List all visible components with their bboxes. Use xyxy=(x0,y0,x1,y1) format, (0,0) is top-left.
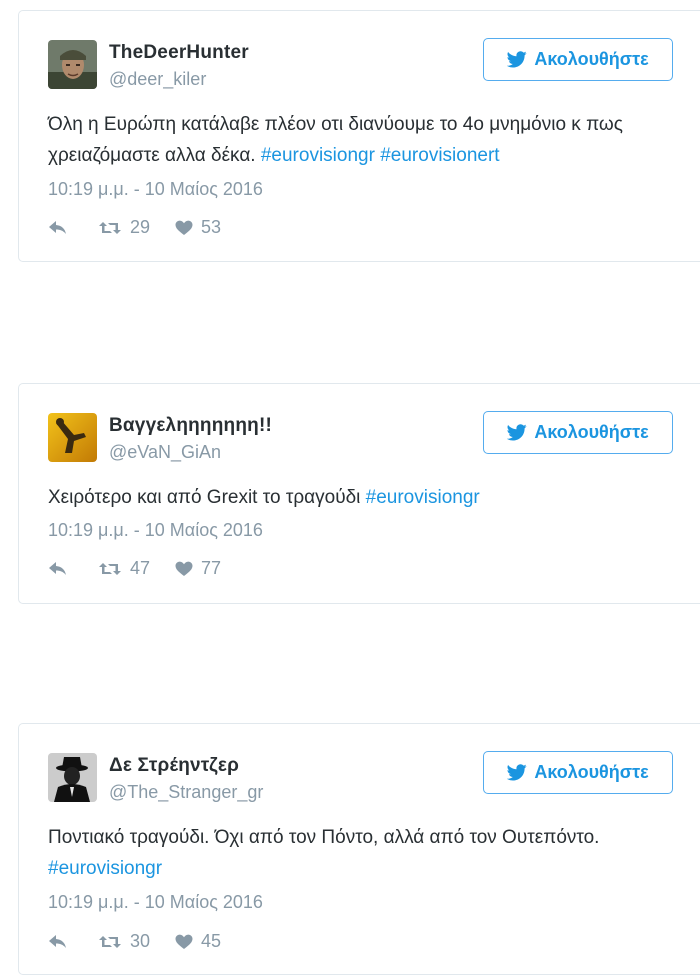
tweet-timestamp[interactable]: 10:19 μ.μ. - 10 Μαίος 2016 xyxy=(48,179,263,200)
retweet-button[interactable]: 29 xyxy=(98,217,150,238)
retweet-icon xyxy=(99,935,121,948)
tweet-body: Ποντιακό τραγούδι. Όχι από τον Πόντο, αλ… xyxy=(48,827,600,848)
retweet-count: 30 xyxy=(130,931,151,951)
follow-button[interactable]: Ακολουθήστε xyxy=(483,38,673,81)
user-handle[interactable]: @deer_kiler xyxy=(109,69,206,90)
heart-icon xyxy=(175,934,193,949)
tweet-body: Χειρότερο και από Grexit το τραγούδι xyxy=(48,487,366,508)
heart-icon xyxy=(175,561,193,576)
like-button[interactable]: 77 xyxy=(175,558,221,579)
like-count: 77 xyxy=(201,558,222,578)
tweet-card-3: Δε Στρέηντζερ @The_Stranger_gr Ακολουθήσ… xyxy=(18,723,700,975)
retweet-icon xyxy=(99,221,121,234)
display-name[interactable]: Δε Στρέηντζερ xyxy=(109,755,239,777)
follow-button[interactable]: Ακολουθήστε xyxy=(483,411,673,454)
retweet-count: 29 xyxy=(130,217,151,237)
tweet-text: Χειρότερο και από Grexit το τραγούδι #eu… xyxy=(48,482,658,513)
heart-icon xyxy=(175,220,193,235)
tweet-actions: 30 45 xyxy=(48,931,221,952)
tweet-card-1: TheDeerHunter @deer_kiler Ακολουθήστε Όλ… xyxy=(18,10,700,262)
display-name[interactable]: TheDeerHunter xyxy=(109,42,249,64)
tweet-actions: 47 77 xyxy=(48,558,221,579)
reply-icon xyxy=(49,934,66,948)
hashtag-link[interactable]: #eurovisiongr xyxy=(366,487,480,508)
like-count: 53 xyxy=(201,217,222,237)
hashtag-link[interactable]: #eurovisionert xyxy=(380,145,499,166)
follow-button[interactable]: Ακολουθήστε xyxy=(483,751,673,794)
hashtag-link[interactable]: #eurovisiongr xyxy=(261,145,375,166)
avatar-stranger[interactable] xyxy=(48,753,97,802)
tweet-timestamp[interactable]: 10:19 μ.μ. - 10 Μαίος 2016 xyxy=(48,520,263,541)
reply-button[interactable] xyxy=(48,220,68,236)
retweet-icon xyxy=(99,562,121,575)
tweet-timestamp[interactable]: 10:19 μ.μ. - 10 Μαίος 2016 xyxy=(48,892,263,913)
avatar-deerhunter[interactable] xyxy=(48,40,97,89)
retweet-count: 47 xyxy=(130,558,151,578)
follow-label: Ακολουθήστε xyxy=(534,49,649,69)
twitter-bird-icon xyxy=(507,764,528,781)
tweet-text: Όλη η Ευρώπη κατάλαβε πλέον οτι διανύουμ… xyxy=(48,109,658,171)
like-button[interactable]: 53 xyxy=(175,217,221,238)
retweet-button[interactable]: 30 xyxy=(98,931,150,952)
reply-button[interactable] xyxy=(48,561,68,577)
like-button[interactable]: 45 xyxy=(175,931,221,952)
reply-icon xyxy=(49,220,66,234)
retweet-button[interactable]: 47 xyxy=(98,558,150,579)
tweet-actions: 29 53 xyxy=(48,217,221,238)
like-count: 45 xyxy=(201,931,222,951)
hashtag-link[interactable]: #eurovisiongr xyxy=(48,858,162,879)
reply-button[interactable] xyxy=(48,934,68,950)
reply-icon xyxy=(49,561,66,575)
display-name[interactable]: Βαγγεληηηηηηη!! xyxy=(109,415,272,437)
user-handle[interactable]: @The_Stranger_gr xyxy=(109,782,263,803)
follow-label: Ακολουθήστε xyxy=(534,762,649,782)
twitter-bird-icon xyxy=(507,424,528,441)
avatar-vaggelis[interactable] xyxy=(48,413,97,462)
tweet-card-2: Βαγγεληηηηηηη!! @eVaN_GiAn Ακολουθήστε Χ… xyxy=(18,383,700,604)
tweet-text: Ποντιακό τραγούδι. Όχι από τον Πόντο, αλ… xyxy=(48,822,658,884)
user-handle[interactable]: @eVaN_GiAn xyxy=(109,442,221,463)
twitter-bird-icon xyxy=(507,51,528,68)
follow-label: Ακολουθήστε xyxy=(534,422,649,442)
